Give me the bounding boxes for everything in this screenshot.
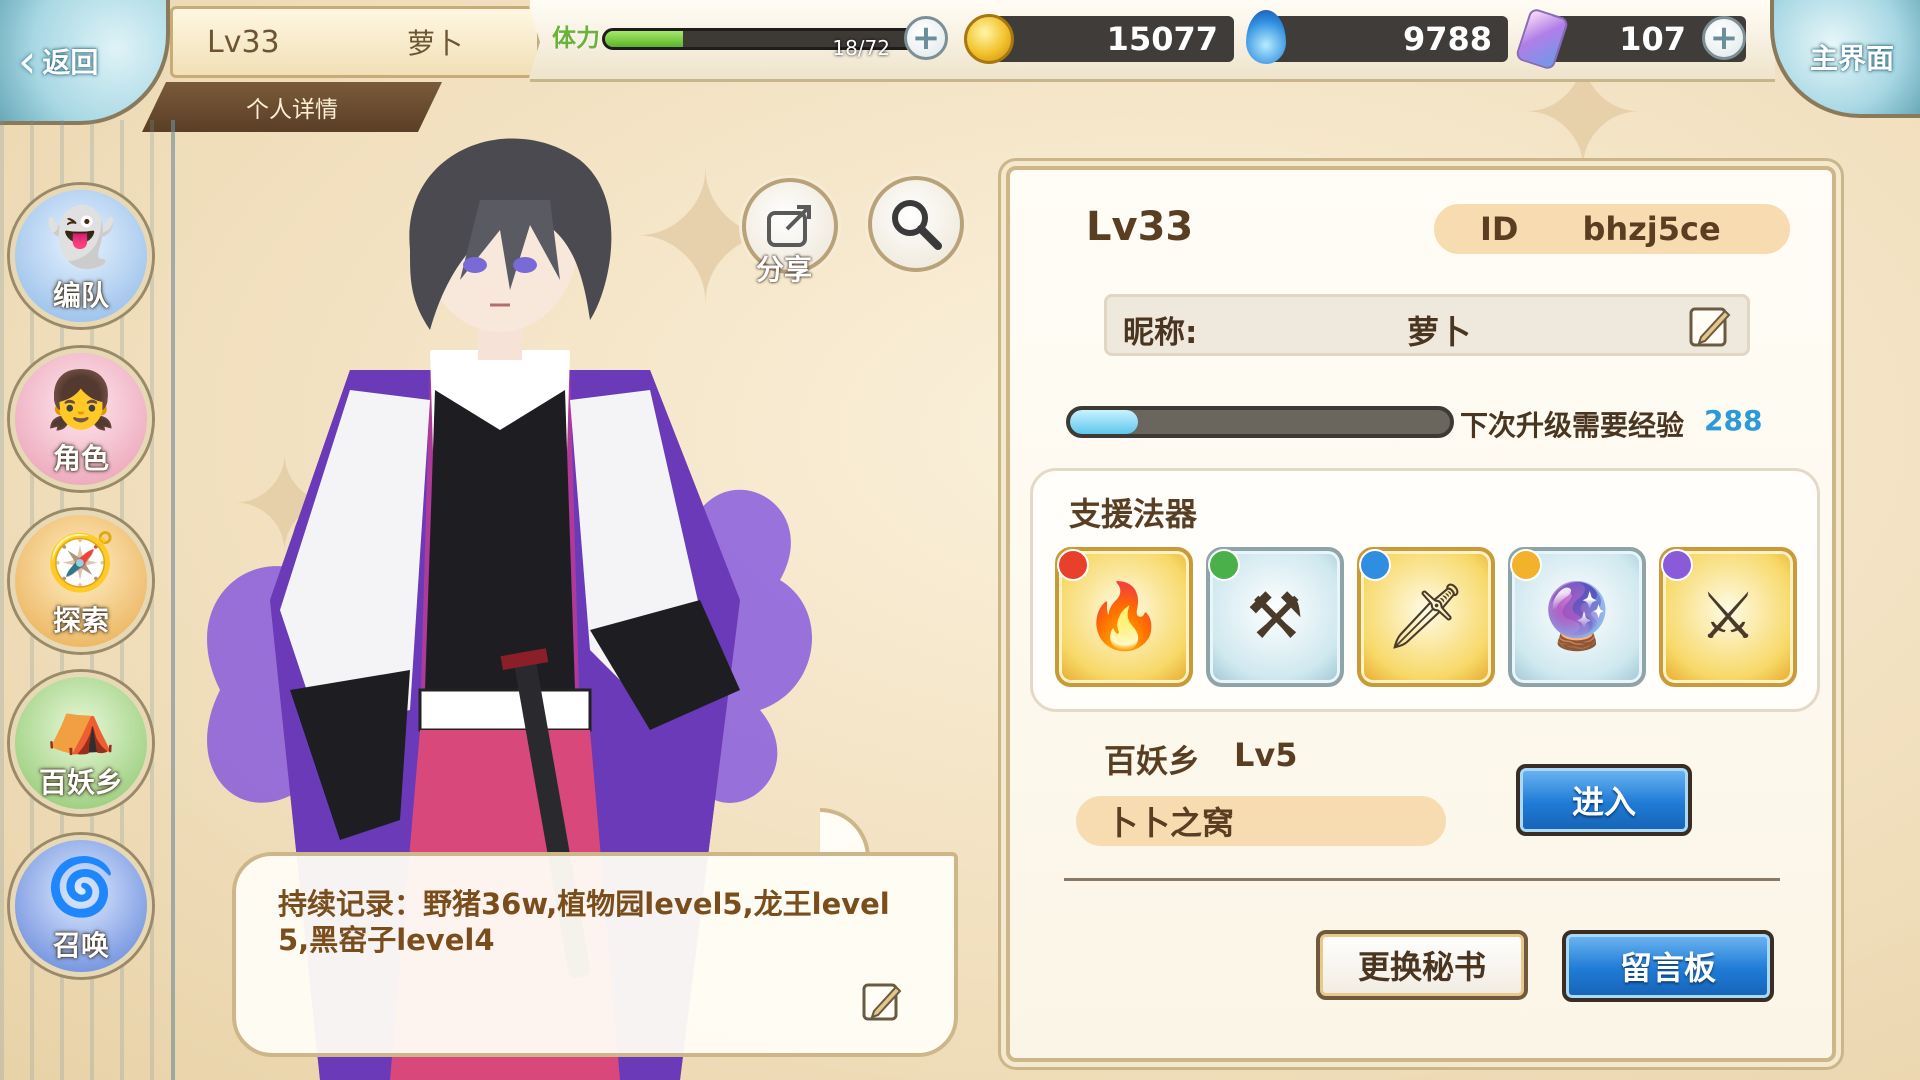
- add-crystal-button[interactable]: +: [1702, 16, 1746, 60]
- enter-village-label: 进入: [1571, 783, 1636, 821]
- sidebar-item-label: 编队: [52, 279, 109, 312]
- stamina-value: 18/72: [832, 36, 890, 60]
- sidebar-item-team[interactable]: 👻 编队: [10, 185, 152, 327]
- character-icon: 👧: [46, 368, 116, 433]
- player-nameplate: Lv33 萝卜: [170, 6, 540, 78]
- mirror-icon: 🔮: [1537, 580, 1617, 654]
- exp-label: 下次升级需要经验: [1460, 409, 1685, 442]
- element-badge-icon: [1057, 549, 1089, 581]
- id-value: bhzj5ce: [1582, 210, 1721, 248]
- zoom-button[interactable]: [868, 176, 964, 272]
- sidebar-item-explore[interactable]: 🧭 探索: [10, 510, 152, 652]
- back-button[interactable]: ‹ 返回: [0, 0, 170, 125]
- message-board-label: 留言板: [1619, 949, 1716, 987]
- artifact-slot-3[interactable]: 🗡: [1357, 547, 1495, 687]
- sidebar-item-label: 百妖乡: [38, 766, 123, 799]
- section-divider: [1064, 878, 1780, 881]
- village-icon: ⛺: [46, 692, 116, 757]
- share-label: 分享: [756, 253, 813, 286]
- artifact-slot-1[interactable]: 🔥: [1055, 547, 1193, 687]
- nickname-label: 昵称:: [1123, 315, 1198, 351]
- element-badge-icon: [1208, 549, 1240, 581]
- sidebar-item-village[interactable]: ⛺ 百妖乡: [10, 672, 152, 814]
- artifact-slot-5[interactable]: ⚔: [1659, 547, 1797, 687]
- element-badge-icon: [1661, 549, 1693, 581]
- exp-progress-bar: [1066, 406, 1454, 438]
- id-label: ID: [1480, 210, 1519, 248]
- village-title: 百妖乡: [1104, 742, 1201, 780]
- player-level: Lv33: [207, 24, 280, 60]
- support-artifacts-box: 支援法器 🔥 ⚒ 🗡 🔮 ⚔: [1030, 468, 1820, 712]
- team-icon: 👻: [46, 205, 116, 270]
- player-id-pill[interactable]: ID bhzj5ce: [1434, 204, 1790, 254]
- flame-charm-icon: 🔥: [1084, 580, 1164, 654]
- sidebar-item-label: 角色: [52, 442, 109, 475]
- change-secretary-button[interactable]: 更换秘书: [1316, 930, 1528, 1000]
- artifact-slot-4[interactable]: 🔮: [1508, 547, 1646, 687]
- tab-profile-details[interactable]: 个人详情: [142, 82, 442, 132]
- player-name: 萝卜: [406, 27, 463, 60]
- back-label: 返回: [42, 45, 99, 79]
- support-artifacts-title: 支援法器: [1069, 495, 1198, 533]
- blue-flame-icon: [1246, 10, 1286, 64]
- back-arrow-icon: ‹: [18, 33, 37, 88]
- gold-value: 15077: [1106, 20, 1218, 58]
- village-level: Lv5: [1234, 736, 1298, 774]
- sidebar-item-summon[interactable]: 🌀 召唤: [10, 835, 152, 977]
- gold-coin-icon: [964, 14, 1014, 64]
- claw-icon: ⚔: [1699, 580, 1757, 654]
- speech-bubble-tail: [820, 808, 870, 858]
- share-icon: [767, 205, 811, 247]
- stamina-fill: [605, 31, 683, 47]
- magnifier-icon: [892, 200, 942, 250]
- home-label: 主界面: [1809, 42, 1894, 75]
- stamina-label: 体力: [552, 24, 600, 52]
- edit-nickname-icon[interactable]: [1687, 303, 1733, 349]
- village-name: 卜卜之窝: [1106, 804, 1235, 842]
- soul-fire-value: 9788: [1402, 20, 1492, 58]
- gold-counter: 15077: [964, 14, 1234, 64]
- scythe-icon: ⚒: [1246, 580, 1304, 654]
- change-secretary-label: 更换秘书: [1357, 948, 1486, 986]
- sidebar-item-label: 探索: [52, 604, 109, 637]
- crystal-value: 107: [1619, 20, 1686, 58]
- exp-progress-fill: [1070, 410, 1139, 434]
- sidebar-item-label: 召唤: [52, 929, 109, 962]
- tab-profile-details-label: 个人详情: [246, 97, 338, 123]
- sword-icon: 🗡: [1385, 580, 1467, 654]
- artifact-slot-2[interactable]: ⚒: [1206, 547, 1344, 687]
- soul-fire-counter: 9788: [1246, 10, 1508, 64]
- home-button[interactable]: 主界面: [1770, 0, 1920, 118]
- explore-icon: 🧭: [46, 530, 116, 595]
- element-badge-icon: [1359, 549, 1391, 581]
- profile-level: Lv33: [1086, 204, 1194, 250]
- nickname-field: 昵称: 萝卜: [1104, 294, 1750, 356]
- summon-icon: 🌀: [46, 855, 116, 920]
- edit-status-icon[interactable]: [860, 979, 904, 1023]
- village-name-pill: 卜卜之窝: [1076, 796, 1446, 846]
- status-message-text: 持续记录：野猪36w,植物园level5,龙王level 5,黑窑子level4: [278, 887, 890, 957]
- element-badge-icon: [1510, 549, 1542, 581]
- enter-village-button[interactable]: 进入: [1516, 764, 1692, 836]
- message-board-button[interactable]: 留言板: [1562, 930, 1774, 1002]
- add-stamina-button[interactable]: +: [904, 16, 948, 60]
- nickname-value: 萝卜: [1407, 313, 1472, 351]
- stamina-meter: 体力 18/72 +: [552, 14, 948, 66]
- status-speech-bubble: 持续记录：野猪36w,植物园level5,龙王level 5,黑窑子level4: [232, 852, 958, 1057]
- profile-info-panel: Lv33 ID bhzj5ce 昵称: 萝卜 下次升级需要经验 288 支援法器…: [1006, 166, 1836, 1062]
- exp-value: 288: [1704, 404, 1763, 437]
- sidebar-item-characters[interactable]: 👧 角色: [10, 348, 152, 490]
